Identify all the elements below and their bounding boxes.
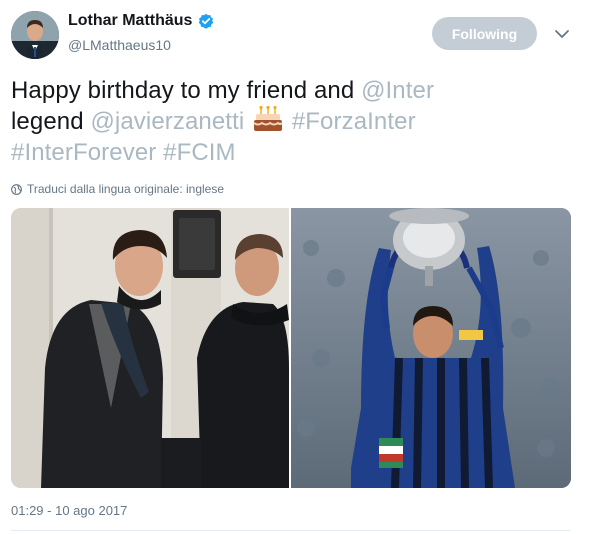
- hashtag-forzainter-link[interactable]: #ForzaInter: [292, 108, 416, 135]
- hashtag-interforever-link[interactable]: #InterForever: [11, 139, 156, 166]
- tweet-text: Happy birthday to my friend and @Inter l…: [11, 75, 586, 168]
- verified-badge-icon: [198, 13, 214, 29]
- hashtag-fcim-link[interactable]: #FCIM: [163, 139, 236, 166]
- tweet-card: Lothar Matthäus @LMatthaeus10 Following …: [0, 0, 604, 534]
- globe-icon: [11, 183, 22, 195]
- following-button[interactable]: Following: [432, 17, 537, 50]
- translate-label: Traduci dalla lingua originale: inglese: [27, 182, 225, 196]
- avatar[interactable]: [11, 11, 59, 59]
- mention-zanetti-link[interactable]: @javierzanetti: [90, 108, 244, 135]
- tweet-timestamp[interactable]: 01:29 - 10 ago 2017: [11, 503, 127, 518]
- divider: [11, 530, 571, 531]
- display-name[interactable]: Lothar Matthäus: [68, 12, 192, 30]
- tweet-text-part: Happy birthday to my friend and: [11, 77, 362, 104]
- user-name-row[interactable]: Lothar Matthäus: [68, 12, 214, 30]
- photo-trophy-celebration[interactable]: [291, 208, 571, 488]
- chevron-down-icon[interactable]: [553, 27, 571, 41]
- tweet-text-part: legend: [11, 108, 91, 135]
- photo-friends-portrait[interactable]: [11, 208, 289, 488]
- birthday-cake-icon: [253, 105, 283, 132]
- user-handle[interactable]: @LMatthaeus10: [68, 37, 171, 53]
- translate-link[interactable]: Traduci dalla lingua originale: inglese: [11, 182, 224, 196]
- mention-inter-link[interactable]: @Inter: [361, 77, 434, 104]
